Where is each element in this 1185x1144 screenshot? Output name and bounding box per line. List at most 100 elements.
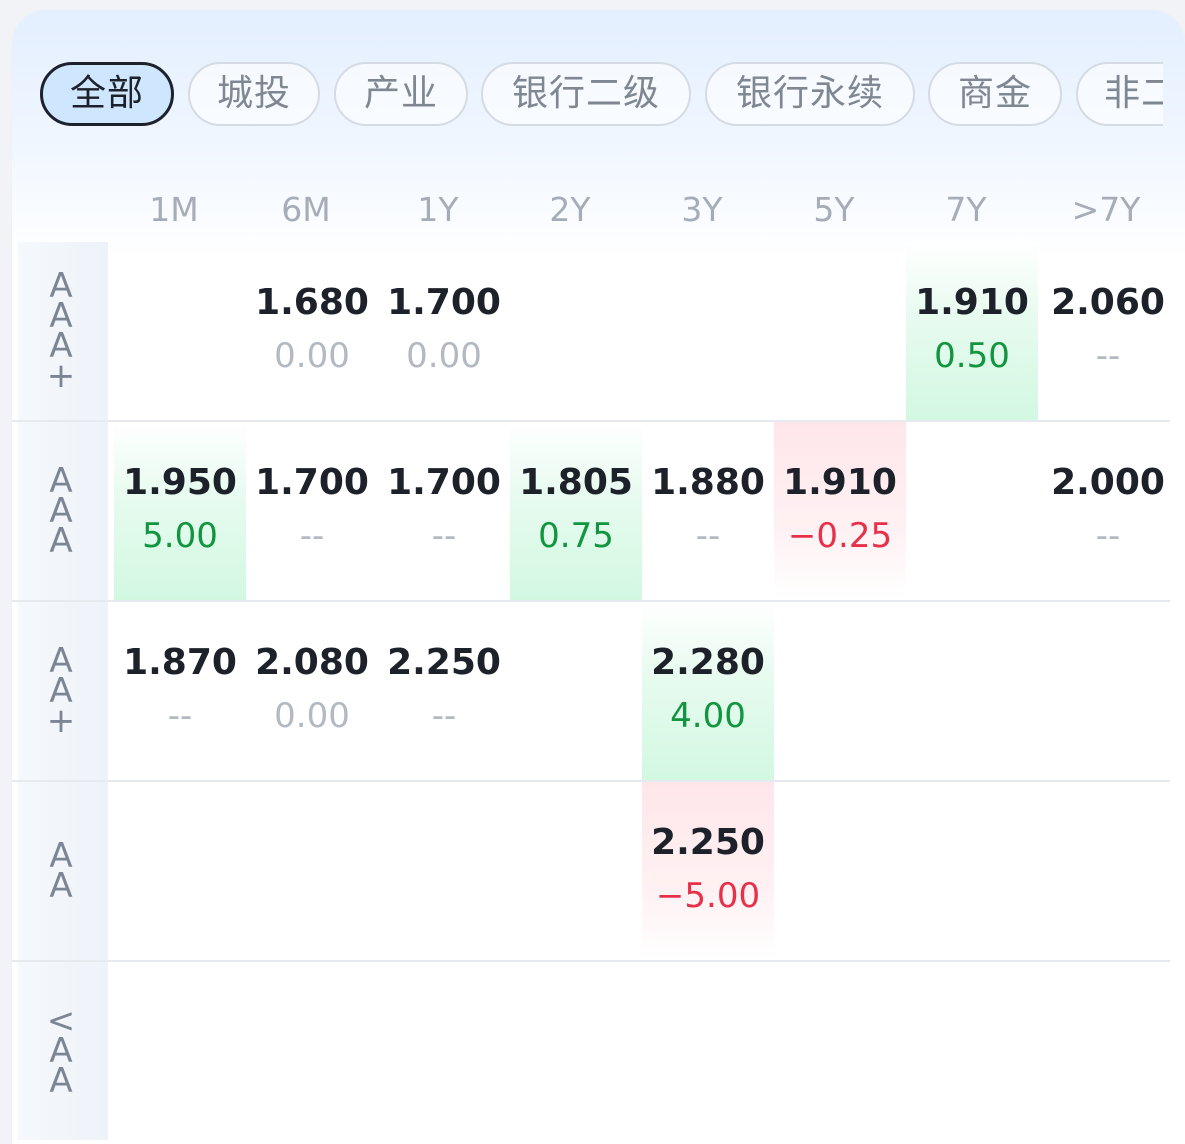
yield-cell [906,782,1038,960]
yield-value: 1.870 [123,642,237,683]
yield-change: -- [431,696,457,736]
yield-cell [114,782,246,960]
yield-cell[interactable]: 2.060 -- [1038,242,1178,420]
yield-cell[interactable]: 2.280 4.00 [642,602,774,780]
yield-cell [642,962,774,1140]
yield-cell [1038,602,1178,780]
yield-value: 1.880 [651,462,765,503]
yield-change: 0.50 [934,336,1010,376]
yield-change: 0.00 [274,336,350,376]
yield-cell[interactable]: 2.000 -- [1038,422,1178,600]
yield-cell[interactable]: 1.880 -- [642,422,774,600]
col-header-3y[interactable]: 3Y [636,190,768,229]
yield-cell [378,782,510,960]
yield-change: -- [167,696,193,736]
yield-value: 2.080 [255,642,369,683]
yield-cell[interactable]: 1.700 0.00 [378,242,510,420]
rating-label-cell: A A [18,782,108,960]
yield-change: 0.00 [406,336,482,376]
rating-label-cell: A A + [18,602,108,780]
tab-bank-tier2[interactable]: 银行二级 [481,62,691,126]
yield-value: 1.680 [255,282,369,323]
yield-cell [246,782,378,960]
yield-cell [114,962,246,1140]
rating-label: < A A [46,1001,76,1101]
yield-value: 1.700 [387,282,501,323]
col-header-7y[interactable]: 7Y [900,190,1032,229]
yield-value: 1.700 [387,462,501,503]
yield-cell[interactable]: 1.700 -- [378,422,510,600]
yield-change: -- [1095,336,1121,376]
yield-cell [774,782,906,960]
rating-label: A A A [49,461,73,561]
yield-change: 0.75 [538,516,614,556]
tab-commercial-finance[interactable]: 商金 [928,62,1062,126]
rating-label: A A A + [46,266,76,396]
yield-value: 2.060 [1051,282,1165,323]
yield-cell[interactable]: 1.870 -- [114,602,246,780]
col-header-gt7y[interactable]: >7Y [1032,190,1180,229]
yield-cell[interactable]: 2.080 0.00 [246,602,378,780]
yield-change: 4.00 [670,696,746,736]
col-header-1y[interactable]: 1Y [372,190,504,229]
yield-value: 1.950 [123,462,237,503]
yield-matrix-card: 全部 城投 产业 银行二级 银行永续 商金 非二 1M 6M 1Y 2Y 3Y 5Y 7Y >… [12,10,1185,1144]
rating-label-cell: < A A [18,962,108,1140]
yield-value: 2.000 [1051,462,1165,503]
yield-cell [906,602,1038,780]
yield-cell [114,242,246,420]
yield-cell [510,782,642,960]
tab-chengtou[interactable]: 城投 [188,62,320,126]
yield-cell[interactable]: 1.910 0.50 [906,242,1038,420]
rating-row: A A A + 1.680 0.00 1.700 0.00 1.910 0.50 2.060 -… [18,242,1176,420]
yield-change: -- [695,516,721,556]
rating-label-cell: A A A + [18,242,108,420]
yield-cell [510,602,642,780]
col-header-5y[interactable]: 5Y [768,190,900,229]
rating-row: < A A [18,962,1176,1140]
col-header-2y[interactable]: 2Y [504,190,636,229]
yield-change: -- [299,516,325,556]
yield-value: 1.700 [255,462,369,503]
rating-label: A A + [46,641,76,741]
yield-value: 2.280 [651,642,765,683]
yield-value: 1.910 [783,462,897,503]
col-header-1m[interactable]: 1M [108,190,240,229]
yield-value: 1.910 [915,282,1029,323]
yield-cell [378,962,510,1140]
yield-value: 1.805 [519,462,633,503]
yield-cell [906,962,1038,1140]
yield-change: -- [431,516,457,556]
bond-type-tabs: 全部 城投 产业 银行二级 银行永续 商金 非二 [40,62,1163,130]
yield-change: 0.00 [274,696,350,736]
yield-cell[interactable]: 2.250 -- [378,602,510,780]
yield-value: 2.250 [651,822,765,863]
yield-cell [1038,782,1178,960]
yield-cell [774,962,906,1140]
yield-cell [642,242,774,420]
rating-label: A A [49,836,73,906]
yield-cell [774,242,906,420]
yield-cell [1038,962,1178,1140]
yield-cell [510,962,642,1140]
yield-cell[interactable]: 1.910 −0.25 [774,422,906,600]
yield-cell[interactable]: 1.680 0.00 [246,242,378,420]
tab-industry[interactable]: 产业 [334,62,468,126]
tenor-header-row: 1M 6M 1Y 2Y 3Y 5Y 7Y >7Y [108,190,1172,238]
rating-row: A A + 1.870 -- 2.080 0.00 2.250 -- 2.280 4.00 [18,602,1176,780]
tab-all[interactable]: 全部 [40,62,174,126]
yield-cell [906,422,1038,600]
yield-cell [246,962,378,1140]
yield-cell[interactable]: 1.805 0.75 [510,422,642,600]
rating-label-cell: A A A [18,422,108,600]
yield-cell[interactable]: 1.700 -- [246,422,378,600]
yield-cell[interactable]: 2.250 −5.00 [642,782,774,960]
yield-change: -- [1095,516,1121,556]
yield-change: −0.25 [787,516,893,556]
col-header-6m[interactable]: 6M [240,190,372,229]
tab-bank-perpetual[interactable]: 银行永续 [705,62,915,126]
yield-change: 5.00 [142,516,218,556]
rating-row: A A A 1.950 5.00 1.700 -- 1.700 -- 1.805 0.75 1.8… [18,422,1176,600]
tab-non-tier2[interactable]: 非二 [1076,62,1163,126]
yield-cell[interactable]: 1.950 5.00 [114,422,246,600]
